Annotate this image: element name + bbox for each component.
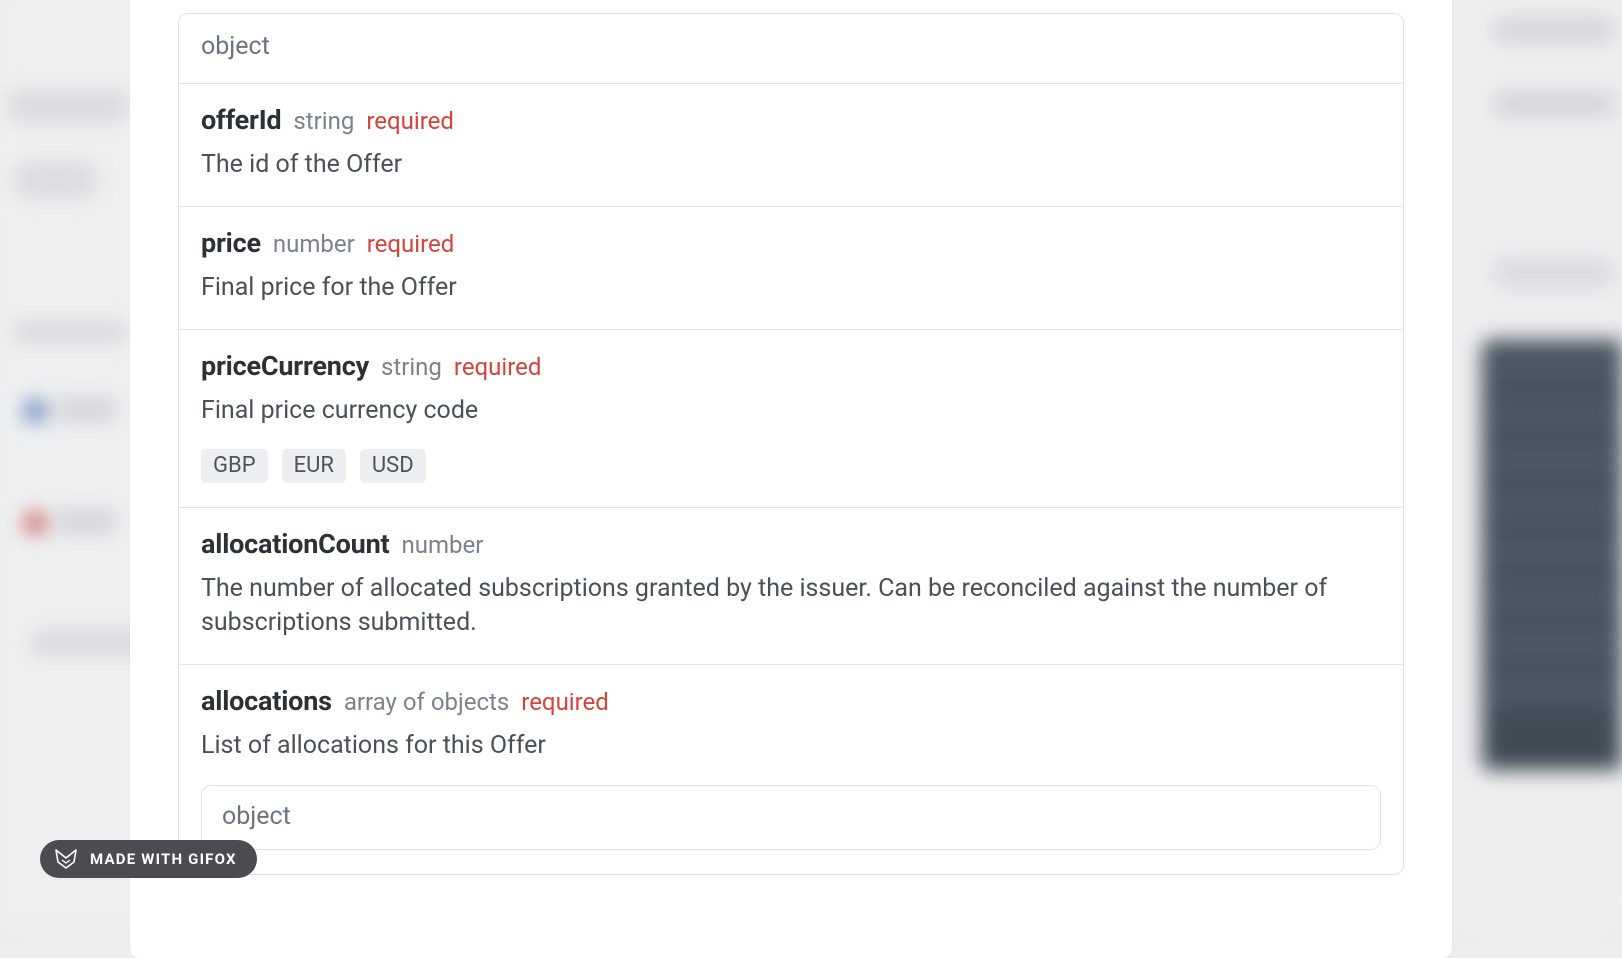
property-name: allocations — [201, 685, 332, 717]
property-type: string — [293, 107, 354, 135]
property-description: Final price for the Offer — [201, 271, 1381, 305]
property-priceCurrency: priceCurrency string required Final pric… — [179, 329, 1403, 508]
property-name: priceCurrency — [201, 350, 369, 382]
property-name: allocationCount — [201, 528, 389, 560]
property-required: required — [521, 688, 609, 716]
property-allocationCount: allocationCount number The number of all… — [179, 507, 1403, 664]
property-description: Final price currency code — [201, 394, 1381, 428]
enum-value: GBP — [201, 449, 268, 483]
property-description: The number of allocated subscriptions gr… — [201, 572, 1381, 640]
bg-right-panel — [1452, 0, 1622, 918]
schema-header: object — [179, 14, 1403, 83]
enum-value: USD — [360, 449, 426, 483]
schema-box: object offerId string required The id of… — [178, 13, 1404, 875]
property-name: offerId — [201, 104, 281, 136]
property-required: required — [366, 107, 454, 135]
property-price: price number required Final price for th… — [179, 206, 1403, 329]
property-name: price — [201, 227, 261, 259]
property-required: required — [454, 353, 542, 381]
property-type: number — [273, 230, 355, 258]
gifox-badge[interactable]: MADE WITH GIFOX — [40, 840, 257, 878]
enum-list: GBP EUR USD — [201, 449, 1381, 483]
property-description: The id of the Offer — [201, 148, 1381, 182]
property-description: List of allocations for this Offer — [201, 729, 1381, 763]
enum-value: EUR — [282, 449, 346, 483]
property-offerId: offerId string required The id of the Of… — [179, 83, 1403, 206]
fox-icon — [54, 848, 78, 870]
property-type: number — [401, 531, 483, 559]
main-panel: object offerId string required The id of… — [130, 0, 1452, 958]
nested-type-label: object — [222, 802, 291, 831]
property-type: string — [381, 353, 442, 381]
nested-object-box: object — [201, 785, 1381, 850]
property-type: array of objects — [344, 688, 509, 716]
property-allocations: allocations array of objects required Li… — [179, 664, 1403, 874]
gifox-text: MADE WITH GIFOX — [90, 850, 237, 868]
schema-type-label: object — [201, 32, 270, 61]
property-required: required — [367, 230, 455, 258]
